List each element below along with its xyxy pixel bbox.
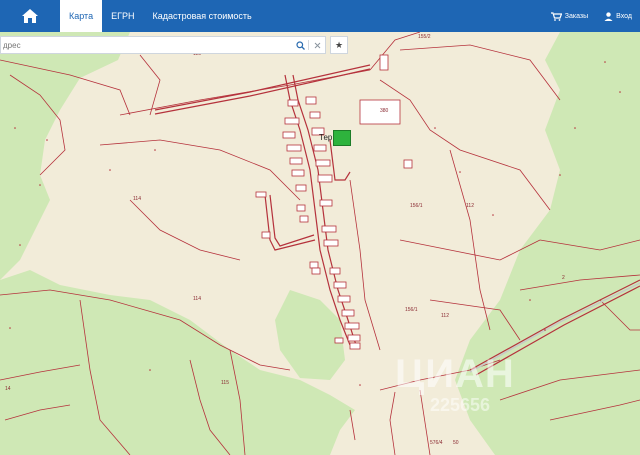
close-icon	[314, 42, 320, 48]
watermark-id: 225656	[430, 395, 491, 415]
search-button[interactable]	[292, 37, 308, 53]
orders-label: Заказы	[564, 12, 589, 20]
search-icon	[295, 40, 305, 50]
clear-search-button[interactable]	[309, 37, 325, 53]
parcel-label: 14	[5, 386, 11, 392]
parcel-label: 112	[466, 203, 474, 209]
login-button[interactable]: Вход	[596, 0, 640, 32]
login-label: Вход	[616, 12, 632, 20]
user-icon	[604, 11, 613, 21]
favorites-button[interactable]: ★	[330, 36, 348, 54]
home-icon	[22, 9, 38, 23]
parcel-label: 156/1	[410, 203, 423, 209]
tab-cadastral-value[interactable]: Кадастровая стоимость	[143, 0, 260, 32]
top-navigation-bar: Карта ЕГРН Кадастровая стоимость Заказы …	[0, 0, 640, 32]
address-search-input[interactable]	[1, 39, 292, 51]
parcel-label: 50	[453, 440, 459, 446]
tab-map[interactable]: Карта	[60, 0, 103, 32]
tab-egrn[interactable]: ЕГРН	[102, 0, 143, 32]
parcel-label: 112	[441, 313, 449, 319]
cart-icon	[550, 11, 562, 21]
parcel-label: 380	[380, 108, 389, 114]
star-icon: ★	[334, 39, 344, 50]
address-search-bar	[0, 36, 326, 54]
cian-watermark: ЦИАН	[395, 352, 515, 396]
parcel-label: 156/1	[405, 307, 418, 313]
parcel-label: 2	[562, 275, 565, 281]
parcel-label: 576/4	[430, 440, 443, 446]
parcel-label: 115	[221, 380, 229, 386]
selected-property-marker[interactable]	[333, 130, 351, 146]
parcel-label: 114	[193, 296, 201, 302]
cadastral-map[interactable]	[0, 32, 640, 455]
orders-button[interactable]: Заказы	[543, 0, 596, 32]
parcel-label: 114	[133, 196, 141, 202]
parcel-label: 155/2	[418, 34, 431, 40]
home-button[interactable]	[0, 0, 60, 32]
